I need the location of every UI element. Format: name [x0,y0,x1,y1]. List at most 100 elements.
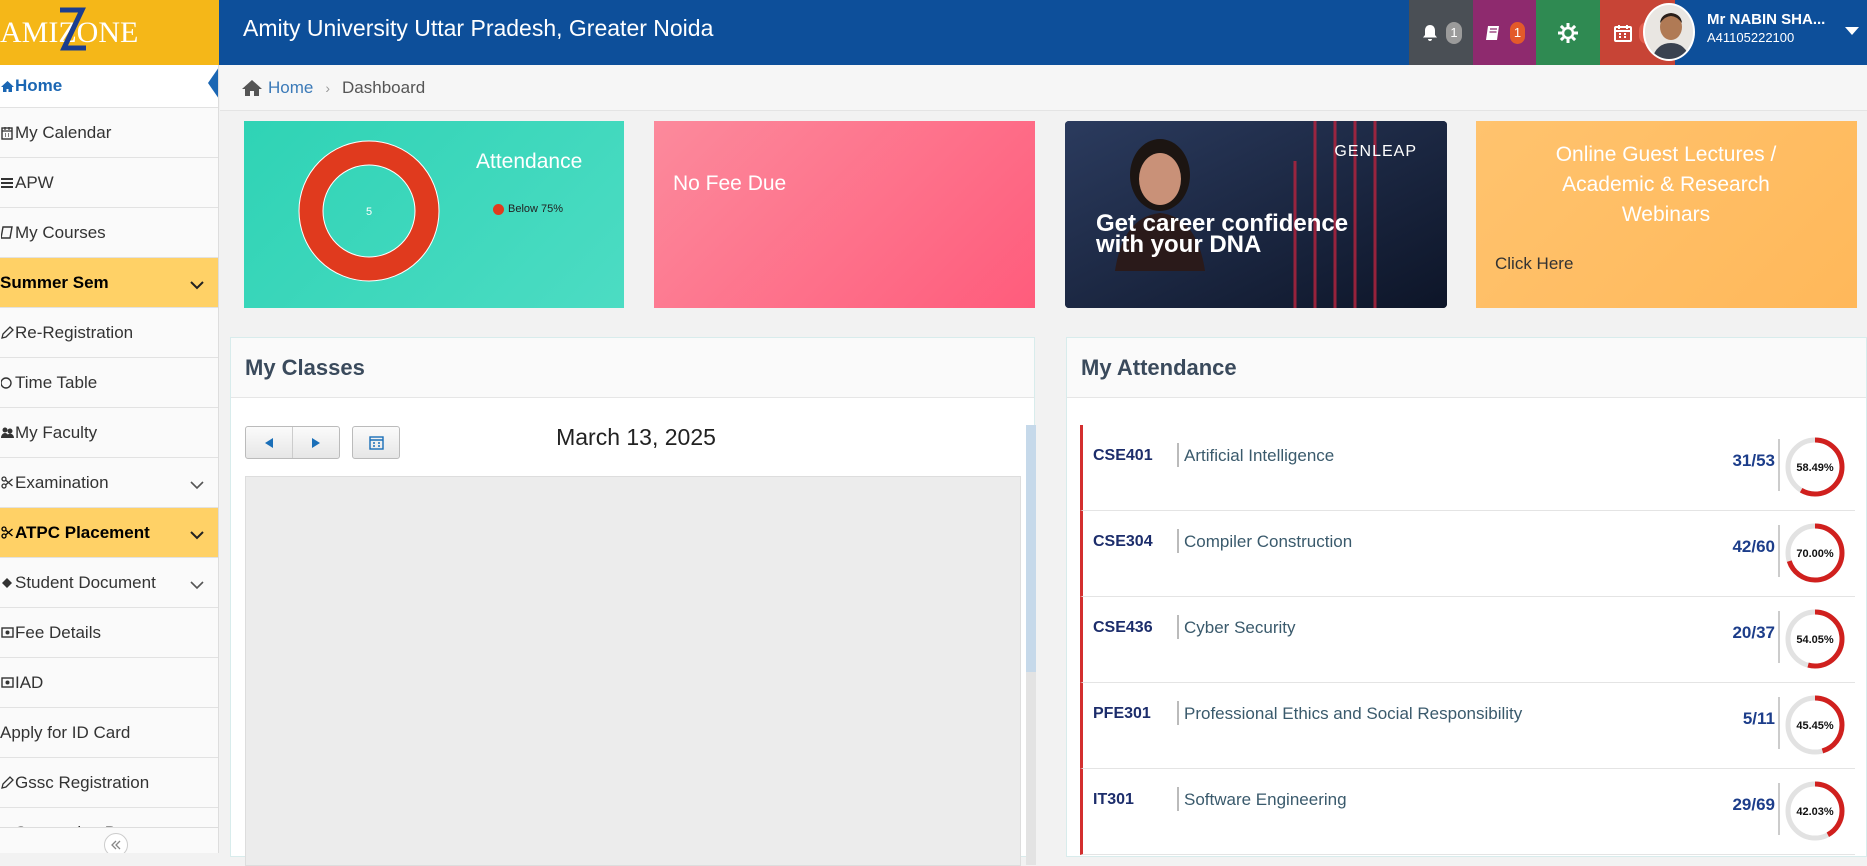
divider [1778,697,1780,749]
attendance-percent-ring: 70.00% [1785,523,1845,583]
gear-icon [1558,22,1578,43]
double-chevron-left-icon [111,840,121,850]
calendar-icon [1614,24,1633,42]
sidebar-group-atpc-placement[interactable]: ATPC Placement [0,508,218,558]
chevron-down-icon [190,275,204,295]
divider [1177,443,1179,467]
sidebar-item-my-calendar[interactable]: My Calendar [0,108,218,158]
sidebar-item-gssc-registration[interactable]: Gssc Registration [0,758,218,808]
breadcrumb-current: Dashboard [342,77,426,97]
attendance-percent-ring: 58.49% [1785,437,1845,497]
attendance-row[interactable]: CSE401 Artificial Intelligence 31/53 58.49% [1080,425,1855,511]
sidebar-item-time-table[interactable]: Time Table [0,358,218,408]
triangle-left-icon [265,437,273,448]
book-icon [1485,25,1499,40]
sidebar-item-fee-details[interactable]: Fee Details [0,608,218,658]
attendance-percent: 45.45% [1796,720,1834,732]
attendance-donut-chart: 5 [298,140,440,282]
divider [1177,787,1179,811]
course-name: Professional Ethics and Social Responsib… [1184,704,1523,723]
scrollbar-thumb[interactable] [1026,425,1036,672]
course-name: Cyber Security [1184,618,1296,637]
calendar-icon [0,125,14,141]
home-icon[interactable] [242,79,262,97]
attendance-row[interactable]: CSE304 Compiler Construction 42/60 70.00% [1080,511,1855,597]
user-menu-caret-icon[interactable] [1845,27,1859,35]
users-icon [0,425,14,441]
attendance-percent: 70.00% [1796,548,1834,560]
attendance-percent: 58.49% [1796,462,1834,474]
course-name: Compiler Construction [1184,532,1353,551]
sidebar-item-apply-for-id-card[interactable]: Apply for ID Card [0,708,218,758]
sidebar-item-iad[interactable]: IAD [0,658,218,708]
sidebar-item-my-courses[interactable]: My Courses [0,208,218,258]
library-badge: 1 [1509,21,1526,44]
triangle-right-icon [312,437,320,448]
attendance-list: CSE401 Artificial Intelligence 31/53 58.49%… [1080,425,1855,855]
attendance-percent: 42.03% [1796,806,1834,818]
divider [1778,611,1780,663]
breadcrumb-home-link[interactable]: Home [268,78,313,98]
top-bar: AMIZONE Amity University Uttar Pradesh, … [0,0,1867,65]
attendance-row[interactable]: PFE301 Professional Ethics and Social Res… [1080,683,1855,769]
active-indicator [208,67,218,99]
settings-button[interactable] [1536,0,1600,65]
attendance-percent-ring: 42.03% [1785,781,1845,841]
attended-count: 5/11 [1742,709,1775,728]
edit-icon [0,325,14,341]
divider [1177,529,1179,553]
list-icon [0,175,14,191]
amizone-logo[interactable]: AMIZONE [0,0,219,65]
sidebar-item-home[interactable]: Home [0,65,218,108]
user-id: A41105222100 [1707,30,1795,45]
money-icon [0,625,14,641]
scissors-icon [0,475,14,491]
course-name: Artificial Intelligence [1184,446,1335,465]
money-icon [0,675,14,691]
user-name[interactable]: Mr NABIN SHA... [1707,11,1825,28]
date-picker-button[interactable] [352,426,400,459]
webinars-card[interactable]: Online Guest Lectures / Academic & Resea… [1476,121,1857,308]
webinars-click-here-link[interactable]: Click Here [1495,254,1573,274]
my-attendance-title: My Attendance [1067,338,1866,398]
bell-icon [1423,24,1438,41]
chevron-right-icon: › [325,79,331,96]
sidebar-item-my-faculty[interactable]: My Faculty [0,408,218,458]
sidebar-group-summer-sem[interactable]: Summer Sem [0,258,218,308]
legend-dot [493,203,504,215]
attendance-count: 5 [366,206,372,218]
library-button[interactable]: 1 [1473,0,1536,65]
banner-headline: Get career confidence with your DNA [1096,210,1349,258]
sidebar-item-apw[interactable]: APW [0,158,218,208]
collapse-sidebar-button[interactable] [104,833,128,853]
attendance-legend: Below 75% [493,203,563,215]
book-icon [0,225,14,241]
chevron-down-icon [190,475,204,495]
sidebar-item-re-registration[interactable]: Re-Registration [0,308,218,358]
sidebar-item-examination[interactable]: Examination [0,458,218,508]
attendance-row[interactable]: CSE436 Cyber Security 20/37 54.05% [1080,597,1855,683]
divider [1778,439,1780,491]
edit-icon [0,775,14,791]
attendance-card[interactable]: 5 Attendance Below 75% [244,121,624,308]
breadcrumb: Home › Dashboard [220,65,1867,111]
attendance-row[interactable]: IT301 Software Engineering 29/69 42.03% [1080,769,1855,855]
genleap-banner[interactable]: GENLEAP Get career confidence with your … [1065,121,1447,308]
attendance-percent-ring: 45.45% [1785,695,1845,755]
attended-count: 29/69 [1732,795,1775,814]
prev-button[interactable] [246,427,292,458]
course-code: CSE436 [1093,619,1153,636]
notifications-button[interactable]: 1 [1409,0,1473,65]
clock-icon [0,375,14,391]
banner-brand: GENLEAP [1334,143,1417,160]
sidebar-item-student-document[interactable]: Student Document [0,558,218,608]
divider [1177,701,1179,725]
next-button[interactable] [292,427,339,458]
class-schedule-area[interactable] [245,476,1021,866]
course-code: CSE401 [1093,447,1153,464]
schedule-scrollbar[interactable] [1026,425,1036,865]
my-attendance-panel: My Attendance CSE401 Artificial Intellige… [1066,337,1867,857]
fee-card[interactable]: No Fee Due [654,121,1035,308]
avatar[interactable] [1643,3,1695,61]
divider [1177,615,1179,639]
